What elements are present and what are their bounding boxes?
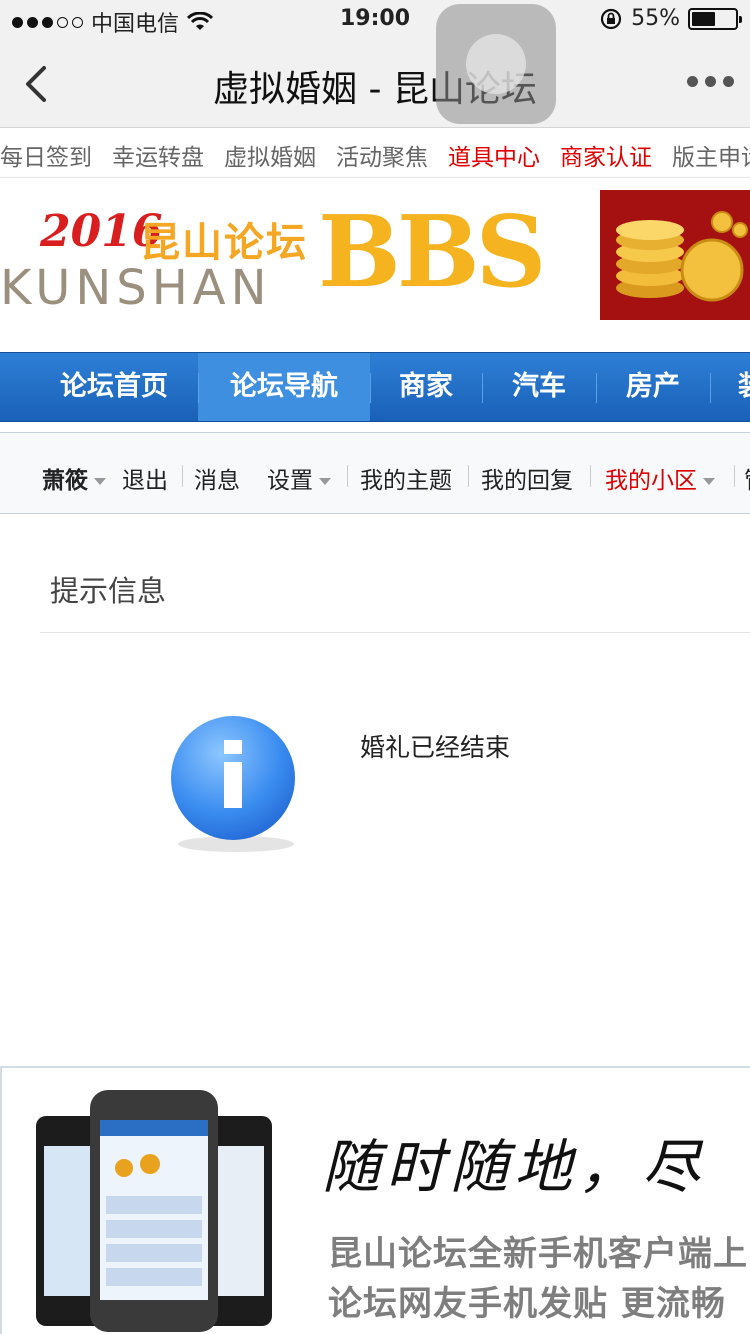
- username-menu[interactable]: 萧筱: [42, 461, 106, 495]
- divider: [40, 632, 750, 633]
- quick-link[interactable]: 版主申请: [672, 138, 750, 172]
- username-label: 萧筱: [42, 468, 88, 494]
- divider: [590, 465, 591, 487]
- quick-link[interactable]: 虚拟婚姻: [224, 138, 316, 172]
- ad-line-1: 昆山论坛全新手机客户端上: [328, 1234, 748, 1274]
- logo-bbs: BBS: [318, 195, 546, 310]
- settings-menu[interactable]: 设置: [267, 461, 331, 495]
- quick-link[interactable]: 幸运转盘: [112, 138, 204, 172]
- nav-tab[interactable]: 房产: [596, 353, 710, 421]
- my-community-label: 我的小区: [605, 468, 697, 494]
- nav-tab[interactable]: 论坛首页: [30, 353, 198, 421]
- nav-divider: [370, 373, 371, 403]
- quick-link[interactable]: 活动聚焦: [336, 138, 428, 172]
- ad-line-2: 论坛网友手机发贴 更流畅: [328, 1284, 726, 1324]
- status-bar: 中国电信 19:00 55%: [0, 0, 750, 40]
- more-options-icon[interactable]: [687, 76, 734, 87]
- logout-link[interactable]: 退出: [122, 461, 168, 495]
- chevron-down-icon: [94, 478, 106, 485]
- more-link[interactable]: 管: [744, 461, 750, 495]
- quick-link[interactable]: 商家认证: [560, 138, 652, 172]
- ad-slogan: 随时随地，尽: [322, 1133, 707, 1201]
- divider: [182, 465, 183, 487]
- quick-link[interactable]: 道具中心: [448, 138, 540, 172]
- orientation-lock-icon: [600, 8, 622, 29]
- battery-icon: [688, 7, 742, 30]
- my-topics-link[interactable]: 我的主题: [360, 461, 452, 495]
- my-replies-link[interactable]: 我的回复: [481, 461, 573, 495]
- divider: [347, 465, 348, 487]
- forum-banner: 2016 昆山论坛 KUNSHAN BBS: [0, 178, 750, 350]
- logo-brand-en: KUNSHAN: [0, 260, 272, 316]
- main-navigation: 论坛首页论坛导航商家汽车房产装修: [0, 352, 750, 422]
- nav-tab[interactable]: 汽车: [482, 353, 596, 421]
- status-right: 55%: [599, 6, 742, 31]
- settings-label: 设置: [267, 468, 313, 494]
- nav-divider: [482, 373, 483, 403]
- user-toolbar: 萧筱 退出 消息 设置 我的主题 我的回复 我的小区 管: [0, 432, 750, 514]
- mobile-app-ad[interactable]: 随时随地，尽 昆山论坛全新手机客户端上 论坛网友手机发贴 更流畅: [0, 1066, 750, 1334]
- battery-percent: 55%: [631, 6, 680, 31]
- nav-divider: [710, 373, 711, 403]
- divider: [468, 465, 469, 487]
- nav-tab[interactable]: 论坛导航: [198, 353, 370, 421]
- divider: [734, 465, 735, 487]
- nav-tab[interactable]: 装修: [710, 353, 750, 421]
- nav-divider: [596, 373, 597, 403]
- chevron-down-icon: [703, 478, 715, 485]
- quick-link[interactable]: 每日签到: [0, 138, 92, 172]
- nav-divider: [198, 373, 199, 403]
- my-community-menu[interactable]: 我的小区: [605, 461, 715, 495]
- phones-image: [36, 1090, 272, 1332]
- coins-ad-image[interactable]: [600, 190, 750, 320]
- chevron-down-icon: [319, 478, 331, 485]
- nav-tab[interactable]: 商家: [370, 353, 482, 421]
- page-title: 虚拟婚姻 - 昆山论坛: [213, 69, 537, 110]
- quick-links-bar: 每日签到幸运转盘虚拟婚姻活动聚焦道具中心商家认证版主申请: [0, 128, 750, 178]
- info-icon: [171, 716, 295, 852]
- navigation-bar: 虚拟婚姻 - 昆山论坛: [0, 40, 750, 128]
- assistive-touch-button[interactable]: [436, 4, 556, 124]
- notice-title: 提示信息: [50, 574, 167, 608]
- messages-link[interactable]: 消息: [194, 461, 240, 495]
- notice-message: 婚礼已经结束: [360, 733, 511, 762]
